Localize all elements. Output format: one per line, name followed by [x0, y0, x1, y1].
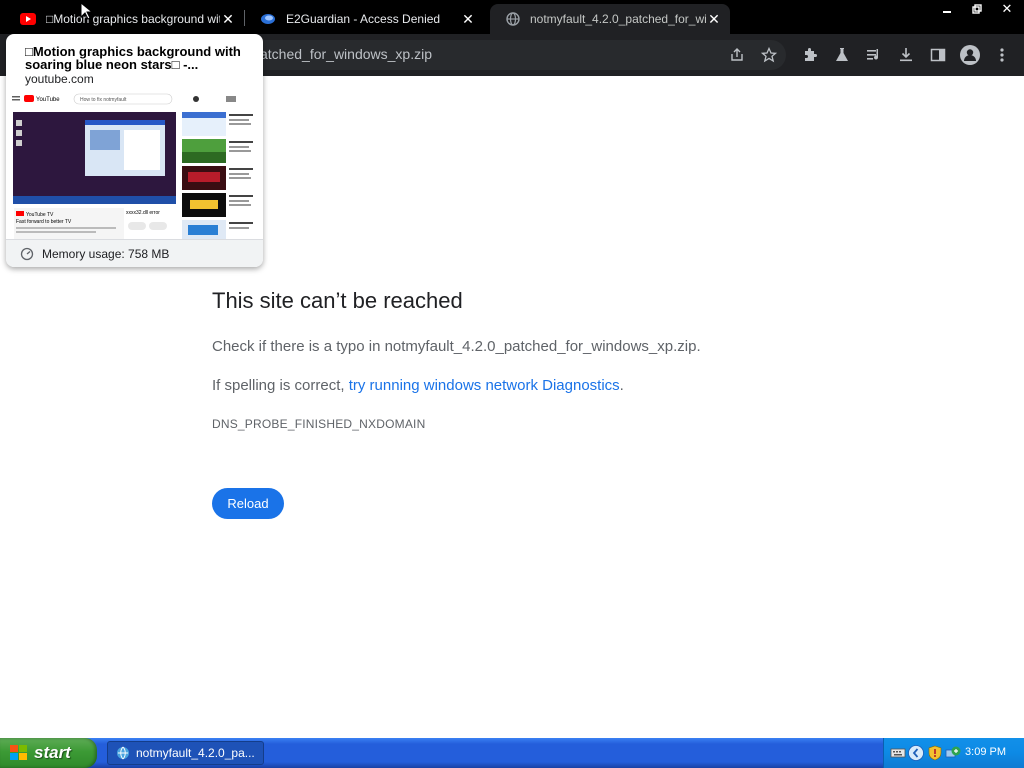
tab-strip: □Motion graphics background with ✕ E2Gua… — [0, 0, 1024, 34]
close-tab-icon[interactable]: ✕ — [706, 11, 722, 27]
side-panel-icon[interactable] — [925, 42, 951, 68]
restore-icon[interactable] — [962, 0, 992, 18]
download-icon[interactable] — [893, 42, 919, 68]
system-tray: 3:09 PM — [883, 738, 1024, 768]
url-text: atched_for_windows_xp.zip — [260, 46, 432, 62]
tab-title: □Motion graphics background with — [46, 12, 220, 26]
keyboard-icon[interactable] — [890, 745, 906, 761]
start-button[interactable]: start — [0, 738, 97, 768]
thumb-search: How to fix notmyfault — [80, 97, 127, 103]
xp-taskbar: start notmyfault_4.2.0_pa... 3:09 PM — [0, 738, 1024, 768]
start-label: start — [34, 743, 71, 762]
gauge-icon — [20, 247, 34, 261]
window-controls: ✕ — [932, 0, 1022, 18]
reload-button[interactable]: Reload — [212, 488, 284, 519]
tab-hover-card: □Motion graphics background with soaring… — [6, 34, 263, 267]
profile-avatar-icon[interactable] — [957, 42, 983, 68]
error-code: DNS_PROBE_FINISHED_NXDOMAIN — [212, 417, 426, 431]
media-playlist-icon[interactable] — [861, 42, 887, 68]
extensions-icon[interactable] — [797, 42, 823, 68]
hover-card-thumbnail: YouTube How to fix notmyfault xxxx32.dll… — [6, 90, 263, 240]
hover-card-domain: youtube.com — [25, 72, 94, 86]
network-update-icon[interactable] — [945, 745, 961, 761]
taskbar-button-label: notmyfault_4.2.0_pa... — [136, 746, 255, 760]
error-spelling-hint: If spelling is correct, try running wind… — [212, 377, 624, 394]
tab-title: notmyfault_4.2.0_patched_for_win — [530, 12, 706, 26]
taskbar-clock: 3:09 PM — [965, 746, 1006, 758]
memory-usage-text: Memory usage: 758 MB — [42, 247, 170, 261]
minimize-icon[interactable] — [932, 0, 962, 18]
thumb-caption-1: YouTube TV — [26, 212, 54, 218]
error-title: This site can’t be reached — [212, 288, 463, 313]
taskbar-button-browser[interactable]: notmyfault_4.2.0_pa... — [107, 741, 264, 765]
collapse-tray-icon[interactable] — [908, 745, 924, 761]
diagnostics-link[interactable]: try running windows network Diagnostics — [349, 377, 620, 394]
tab-youtube[interactable]: □Motion graphics background with ✕ — [4, 4, 244, 34]
share-icon[interactable] — [724, 42, 750, 68]
globe-icon — [506, 12, 520, 26]
error-typo-hint: Check if there is a typo in notmyfault_4… — [212, 338, 701, 355]
thumb-brand: YouTube — [36, 97, 60, 103]
e2guardian-icon — [261, 14, 275, 24]
tab-title: E2Guardian - Access Denied — [286, 12, 441, 26]
security-shield-icon[interactable] — [927, 745, 943, 761]
browser-globe-icon — [117, 746, 129, 760]
close-tab-icon[interactable]: ✕ — [460, 11, 476, 27]
mouse-cursor-icon — [80, 2, 92, 20]
windows-logo-icon — [10, 745, 27, 760]
thumb-side-label: xxxx32.dll error — [126, 210, 160, 216]
thumb-caption-2: Fast forward to better TV — [16, 219, 72, 225]
memory-usage-row: Memory usage: 758 MB — [6, 239, 263, 267]
error-spelling-suffix: . — [619, 377, 624, 394]
tab-e2guardian[interactable]: E2Guardian - Access Denied ✕ — [244, 4, 484, 34]
more-menu-icon[interactable] — [989, 42, 1015, 68]
bookmark-star-icon[interactable] — [756, 42, 782, 68]
error-spelling-prefix: If spelling is correct, — [212, 377, 349, 394]
youtube-icon — [20, 13, 36, 25]
tab-notmyfault[interactable]: notmyfault_4.2.0_patched_for_win ✕ — [490, 4, 730, 34]
hover-card-title: □Motion graphics background with soaring… — [25, 44, 241, 72]
close-tab-icon[interactable]: ✕ — [220, 11, 236, 27]
close-window-icon[interactable]: ✕ — [992, 0, 1022, 18]
labs-flask-icon[interactable] — [829, 42, 855, 68]
